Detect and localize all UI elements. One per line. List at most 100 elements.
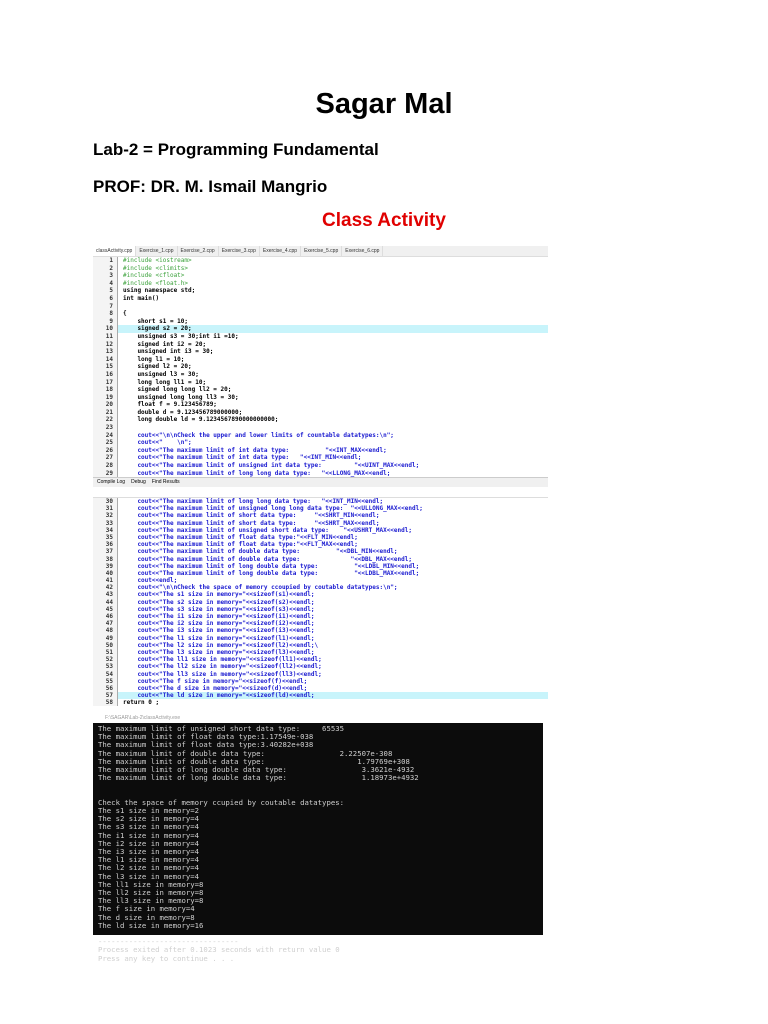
code-text: cout<<"\n\nCheck the space of memory cco… <box>123 584 398 592</box>
line-number: 51 <box>93 648 118 657</box>
code-text: #include <cfloat> <box>123 272 185 280</box>
code-text: signed s2 = 20; <box>118 325 548 333</box>
code-text: cout<<"The maximum limit of float data t… <box>123 533 358 541</box>
line-number: 33 <box>93 519 118 527</box>
professor-line: PROF: DR. M. Ismail Mangrio <box>93 177 328 196</box>
line-number: 10 <box>93 325 118 333</box>
code-line: 41 cout<<endl; <box>93 577 548 585</box>
code-line: 32 cout<<"The maximum limit of short dat… <box>93 512 548 520</box>
line-number: 25 <box>93 439 118 447</box>
editor-tab: Exercise_1.cpp <box>136 246 178 256</box>
code-text: signed int i2 = 20; <box>123 340 207 348</box>
code-text: cout<<"The maximum limit of float data t… <box>123 541 358 549</box>
code-line: 43 cout<<"The s1 size in memory="<<sizeo… <box>93 591 548 599</box>
editor-tab: Exercise_6.cpp <box>342 246 384 256</box>
line-number: 45 <box>93 605 118 613</box>
code-text: short s1 = 10; <box>123 317 189 325</box>
line-number: 57 <box>93 692 118 700</box>
line-number: 49 <box>93 634 118 642</box>
line-number: 26 <box>93 446 118 455</box>
code-text: double d = 9.123456789000000; <box>123 408 243 416</box>
lab-subtitle: Lab-2 = Programming Fundamental <box>93 140 379 159</box>
editor-tab: Exercise_3.cpp <box>219 246 260 256</box>
code-line: 27 cout<<"The maximum limit of int data … <box>93 454 548 463</box>
line-number: 41 <box>93 577 118 585</box>
code-text: cout<<"The l1 size in memory="<<sizeof(l… <box>123 634 315 642</box>
line-number: 35 <box>93 533 118 542</box>
code-text: cout<<"The d size in memory="<<sizeof(d)… <box>123 684 308 692</box>
line-number: 48 <box>93 627 118 635</box>
code-line: 9 short s1 = 10; <box>93 317 548 326</box>
code-text: return 0 ; <box>123 699 160 707</box>
line-number: 42 <box>93 584 118 592</box>
line-number: 53 <box>93 663 118 671</box>
line-number: 50 <box>93 641 118 649</box>
editor-tab-bar: classActivity.cpp Exercise_1.cpp Exercise_… <box>93 246 548 257</box>
line-number: 8 <box>93 310 118 318</box>
code-text: #include <float.h> <box>123 279 189 287</box>
code-line: 12 signed int i2 = 20; <box>93 340 548 349</box>
code-line: 40 cout<<"The maximum limit of long doub… <box>93 569 548 578</box>
code-line: 22 long double ld = 9.123456789000000000… <box>93 416 548 425</box>
code-text: cout<<"The maximum limit of long double … <box>123 562 420 570</box>
code-line: 49 cout<<"The l1 size in memory="<<sizeo… <box>93 634 548 642</box>
line-number: 21 <box>93 408 118 417</box>
code-text: long l1 = 10; <box>123 355 185 363</box>
section-heading: Class Activity <box>322 210 446 231</box>
line-number: 22 <box>93 416 118 425</box>
code-editor-screenshot-1: classActivity.cpp Exercise_1.cpp Exercise_… <box>93 246 548 488</box>
editor-bottom-bar: Compile Log Debug Find Results <box>93 477 548 488</box>
line-number: 43 <box>93 591 118 599</box>
line-number: 58 <box>93 699 118 707</box>
line-number: 6 <box>93 294 118 303</box>
code-line: 17 long long ll1 = 10; <box>93 378 548 387</box>
line-number: 46 <box>93 613 118 621</box>
code-line: 35 cout<<"The maximum limit of float dat… <box>93 533 548 542</box>
code-line: 46 cout<<"The i1 size in memory="<<sizeo… <box>93 613 548 621</box>
line-number: 39 <box>93 562 118 570</box>
line-number: 56 <box>93 684 118 693</box>
code-text: long double ld = 9.1234567890000000000; <box>123 416 279 424</box>
code-text: cout<<"The f size in memory="<<sizeof(f)… <box>123 677 308 685</box>
console-output: The maximum limit of unsigned short data… <box>98 724 419 963</box>
code-text: cout<<"The ll1 size in memory="<<sizeof(… <box>123 656 322 664</box>
code-lines: 1 #include <iostream> 2 #include <climits> 3… <box>93 257 548 478</box>
code-line: 5 using namespace std; <box>93 287 548 295</box>
code-text: long long ll1 = 10; <box>123 378 207 386</box>
code-line: 47 cout<<"The i2 size in memory="<<sizeo… <box>93 620 548 628</box>
line-number: 16 <box>93 370 118 379</box>
code-line: 19 unsigned long long ll3 = 30; <box>93 393 548 402</box>
code-text: using namespace std; <box>123 287 196 295</box>
code-line: 34 cout<<"The maximum limit of unsigned … <box>93 526 548 534</box>
code-line: 25 cout<<" \n"; <box>93 439 548 447</box>
code-text: cout<<"The maximum limit of long double … <box>123 569 420 577</box>
code-line: 28 cout<<"The maximum limit of unsigned … <box>93 462 548 470</box>
line-number: 23 <box>93 424 118 432</box>
code-line: 11 unsigned s3 = 30;int i1 =10; <box>93 332 548 341</box>
line-number: 36 <box>93 541 118 549</box>
line-number: 30 <box>93 498 118 506</box>
code-line: 20 float f = 9.123456789; <box>93 401 548 409</box>
code-line: 54 cout<<"The ll3 size in memory="<<size… <box>93 670 548 678</box>
code-line: 38 cout<<"The maximum limit of double da… <box>93 555 548 563</box>
line-number: 55 <box>93 677 118 685</box>
code-line: 26 cout<<"The maximum limit of int data … <box>93 446 548 455</box>
line-number: 54 <box>93 670 118 678</box>
code-text: signed l2 = 20; <box>123 363 192 371</box>
editor-tab: Exercise_5.cpp <box>301 246 343 256</box>
code-line: 21 double d = 9.123456789000000; <box>93 408 548 417</box>
line-number: 34 <box>93 526 118 534</box>
code-line: 6 int main() <box>93 294 548 303</box>
code-line: 57 cout<<"The ld size in memory="<<sizeo… <box>93 692 548 700</box>
code-text: cout<<"The s1 size in memory="<<sizeof(s… <box>123 591 315 599</box>
code-text: cout<<"The maximum limit of unsigned int… <box>123 462 420 470</box>
line-number: 29 <box>93 469 118 478</box>
code-line: 39 cout<<"The maximum limit of long doub… <box>93 562 548 570</box>
line-number: 31 <box>93 505 118 513</box>
code-text: cout<<"The maximum limit of double data … <box>123 555 412 563</box>
code-line: 15 signed l2 = 20; <box>93 363 548 371</box>
code-text: cout<<"The maximum limit of unsigned lon… <box>123 505 423 513</box>
line-number: 18 <box>93 386 118 394</box>
line-number: 2 <box>93 264 118 273</box>
